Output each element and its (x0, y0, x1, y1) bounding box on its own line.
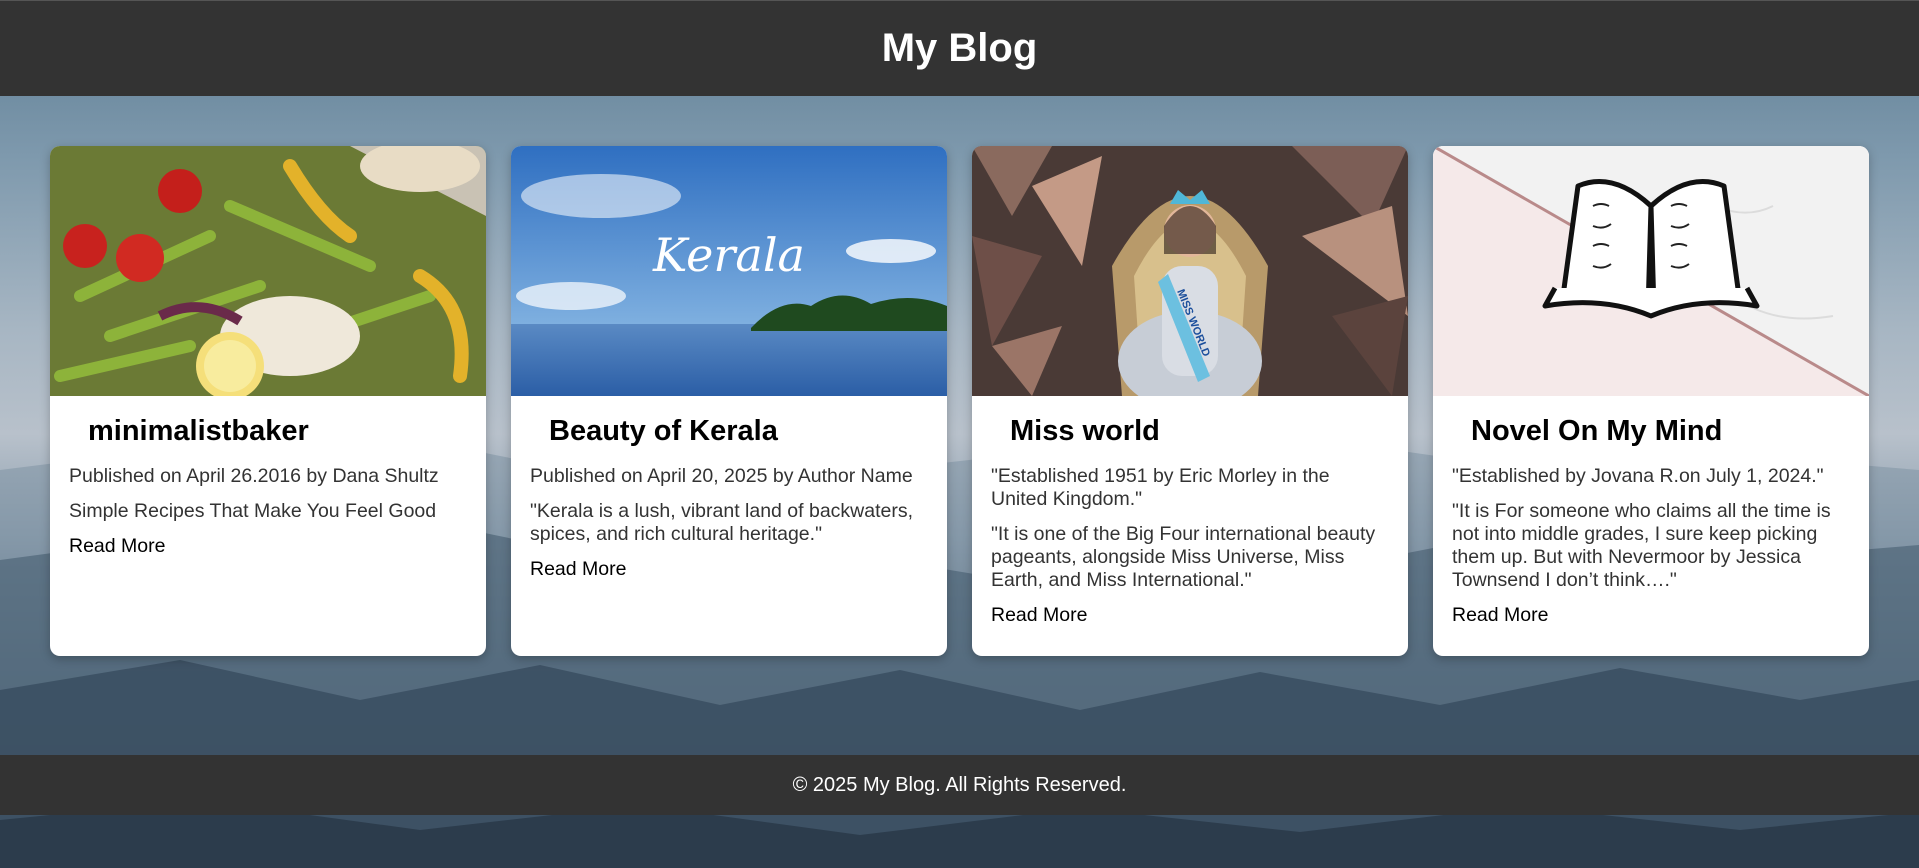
site-title: My Blog (881, 26, 1038, 70)
post-title[interactable]: Beauty of Kerala (549, 414, 928, 449)
read-more-link[interactable]: Read More (991, 604, 1087, 627)
site-footer: © 2025 My Blog. All Rights Reserved. (0, 755, 1919, 815)
post-description: "It is one of the Big Four international… (991, 522, 1376, 591)
read-more-link[interactable]: Read More (1452, 604, 1548, 627)
post-description: Simple Recipes That Make You Feel Good (69, 499, 437, 522)
post-meta: "Established by Jovana R.on July 1, 2024… (1452, 464, 1824, 487)
roasted-vegetables-photo (50, 146, 486, 396)
miss-world-winner-photo: MISS WORLD (972, 146, 1408, 396)
read-more-link[interactable]: Read More (530, 558, 626, 581)
post-grid: minimalistbaker Published on April 26.20… (50, 146, 1869, 656)
post-card: minimalistbaker Published on April 26.20… (50, 146, 486, 656)
post-description: "Kerala is a lush, vibrant land of backw… (530, 499, 914, 545)
kerala-image-text: Kerala (652, 228, 805, 282)
kerala-backwaters-photo: Kerala (511, 146, 947, 396)
post-meta: "Established 1951 by Eric Morley in the … (991, 464, 1330, 510)
post-title[interactable]: Miss world (1010, 414, 1389, 449)
post-card: MISS WORLD Miss world "Established 1951 … (972, 146, 1408, 656)
open-book-illustration (1433, 146, 1869, 396)
post-title[interactable]: minimalistbaker (88, 414, 467, 449)
read-more-link[interactable]: Read More (69, 535, 165, 558)
post-card: Kerala Beauty of Kerala Published on Apr… (511, 146, 947, 656)
post-description: "It is For someone who claims all the ti… (1452, 499, 1831, 591)
post-meta: Published on April 20, 2025 by Author Na… (530, 464, 913, 487)
post-meta: Published on April 26.2016 by Dana Shult… (69, 464, 439, 487)
post-title[interactable]: Novel On My Mind (1471, 414, 1850, 449)
site-header: My Blog (0, 0, 1919, 96)
post-card: Novel On My Mind "Established by Jovana … (1433, 146, 1869, 656)
copyright-text: © 2025 My Blog. All Rights Reserved. (792, 773, 1127, 796)
